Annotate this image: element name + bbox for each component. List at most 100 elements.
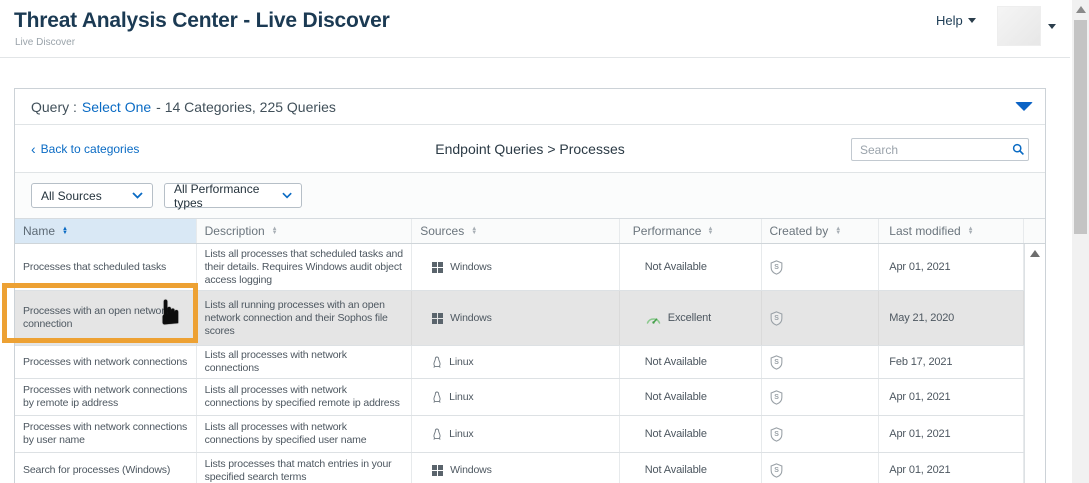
scroll-up-arrow-icon[interactable] [1076,6,1086,13]
cell-sources: Linux [412,346,620,378]
table-row[interactable]: Search for processes (Windows) Lists pro… [15,453,1045,483]
table-scrollbar[interactable] [1024,244,1045,483]
table-row[interactable]: Processes that scheduled tasks Lists all… [15,244,1045,291]
cell-performance: Not Available [620,379,762,415]
cell-name: Processes with network connections by us… [15,416,197,452]
cell-sources: Linux [412,379,620,415]
query-summary: - 14 Categories, 225 Queries [156,99,336,115]
back-label: Back to categories [41,142,140,156]
page-scrollbar[interactable] [1072,0,1089,483]
cell-description: Lists all processes with network connect… [197,379,413,415]
cell-performance: Not Available [620,453,762,483]
cell-sources: Windows [412,453,620,483]
table-row[interactable]: Processes with network connections Lists… [15,346,1045,379]
page-subtitle: Live Discover [15,37,75,48]
column-header-name[interactable]: Name ▲▼ [15,219,197,243]
sophos-shield-icon: S [770,260,783,275]
sort-arrows-icon: ▲▼ [272,227,278,236]
cell-name: Processes with an open network connectio… [15,291,197,345]
cell-created-by: S [762,453,880,483]
cell-name: Processes that scheduled tasks [15,244,197,290]
column-header-description[interactable]: Description ▲▼ [197,219,413,243]
search-box [851,138,1029,161]
user-menu-chevron-icon[interactable] [1048,24,1056,29]
collapse-panel-arrow[interactable] [1015,102,1033,111]
search-input[interactable] [852,143,1008,157]
performance-filter-value: All Performance types [174,182,282,210]
svg-text:S: S [774,467,779,474]
sophos-shield-icon: S [770,427,783,442]
cell-name: Processes with network connections by re… [15,379,197,415]
table-row-selected[interactable]: Processes with an open network connectio… [15,291,1045,346]
sort-arrows-icon: ▲▼ [707,227,713,236]
sophos-shield-icon: S [770,355,783,370]
user-avatar[interactable] [997,6,1041,46]
column-header-last-modified[interactable]: Last modified ▲▼ [879,219,1024,243]
cell-sources: Windows [412,291,620,345]
cell-performance: Excellent [620,291,762,345]
cell-created-by: S [762,416,880,452]
windows-icon [432,262,443,273]
table-row[interactable]: Processes with network connections by re… [15,379,1045,416]
chevron-down-icon [968,18,976,23]
help-menu-button[interactable]: Help [936,13,976,28]
table-toolbar: ‹ Back to categories Endpoint Queries > … [15,125,1045,173]
cell-last-modified: Feb 17, 2021 [879,346,1024,378]
cell-name: Processes with network connections [15,346,197,378]
query-browser-panel: Query : Select One - 14 Categories, 225 … [14,88,1046,483]
sources-filter-dropdown[interactable]: All Sources [31,183,153,208]
scrollbar-thumb[interactable] [1074,20,1087,234]
cell-created-by: S [762,244,880,290]
select-one-link[interactable]: Select One [82,99,151,115]
linux-icon [432,428,442,440]
sophos-shield-icon: S [770,390,783,405]
performance-filter-dropdown[interactable]: All Performance types [164,183,302,208]
cell-last-modified: May 21, 2020 [879,291,1024,345]
sort-arrows-icon: ▲▼ [835,227,841,236]
sort-arrows-icon: ▲▼ [968,227,974,236]
queries-table: Name ▲▼ Description ▲▼ Sources ▲▼ Perfor… [15,219,1045,483]
cell-description: Lists all processes with network connect… [197,416,413,452]
cell-performance: Not Available [620,244,762,290]
sophos-shield-icon: S [770,463,783,478]
query-label: Query : [31,99,77,115]
excellent-gauge-icon [645,312,662,325]
cell-sources: Windows [412,244,620,290]
sort-arrows-icon: ▲▼ [62,227,68,236]
table-header-row: Name ▲▼ Description ▲▼ Sources ▲▼ Perfor… [15,219,1045,244]
query-selector-bar: Query : Select One - 14 Categories, 225 … [15,89,1045,125]
page-title: Threat Analysis Center - Live Discover [14,9,390,33]
cell-description: Lists all processes that scheduled tasks… [197,244,413,290]
column-header-performance[interactable]: Performance ▲▼ [620,219,762,243]
svg-text:S: S [774,394,779,401]
cell-description: Lists all running processes with an open… [197,291,413,345]
cell-created-by: S [762,379,880,415]
chevron-down-icon [282,192,292,199]
back-to-categories-link[interactable]: ‹ Back to categories [31,142,139,156]
filter-bar: All Sources All Performance types [15,173,1045,219]
cell-sources: Linux [412,416,620,452]
linux-icon [432,391,442,403]
svg-text:S: S [774,431,779,438]
cell-last-modified: Apr 01, 2021 [879,244,1024,290]
help-label: Help [936,13,963,28]
cell-created-by: S [762,346,880,378]
column-header-created-by[interactable]: Created by ▲▼ [762,219,880,243]
svg-text:S: S [774,264,779,271]
sophos-shield-icon: S [770,311,783,326]
cell-last-modified: Apr 01, 2021 [879,453,1024,483]
back-chevron-icon: ‹ [31,143,36,155]
table-row[interactable]: Processes with network connections by us… [15,416,1045,453]
cell-last-modified: Apr 01, 2021 [879,416,1024,452]
search-icon[interactable] [1008,143,1028,156]
cell-performance: Not Available [620,416,762,452]
scroll-up-arrow-icon[interactable] [1030,250,1040,257]
cell-name: Search for processes (Windows) [15,453,197,483]
header-gutter [1024,219,1045,243]
column-header-sources[interactable]: Sources ▲▼ [412,219,620,243]
cell-created-by: S [762,291,880,345]
windows-icon [432,465,443,476]
top-header: Threat Analysis Center - Live Discover L… [0,0,1070,58]
svg-text:S: S [774,315,779,322]
cell-description: Lists processes that match entries in yo… [197,453,413,483]
